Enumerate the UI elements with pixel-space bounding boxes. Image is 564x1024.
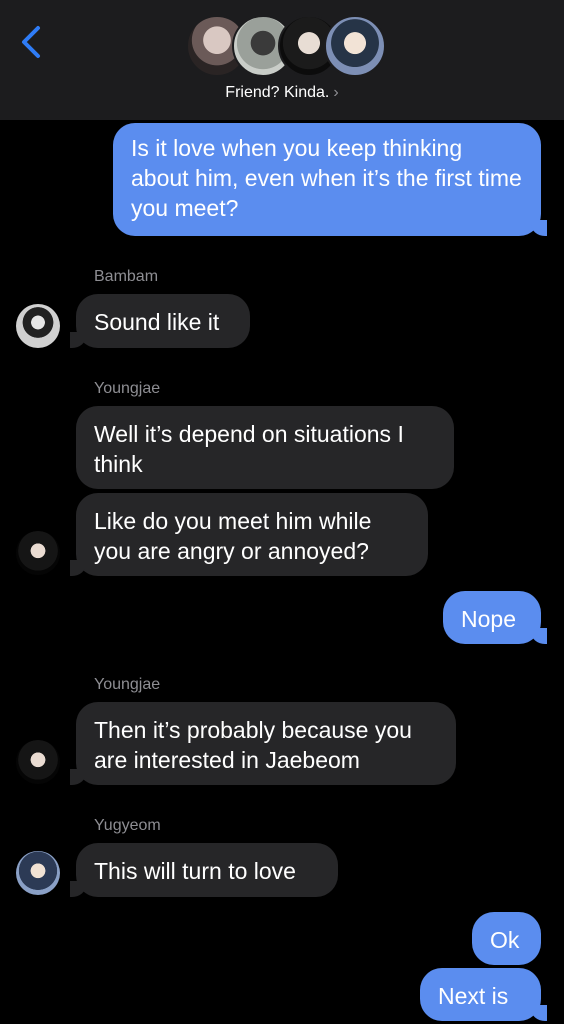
chevron-right-icon: ›: [333, 84, 339, 101]
message-text: Sound like it: [94, 309, 220, 335]
message-text: Well it’s depend on situations I think: [94, 421, 404, 477]
message-text: Then it’s probably because you are inter…: [94, 717, 412, 773]
message-bubble-sent[interactable]: Nope: [443, 591, 547, 644]
conversation-header: Friend? Kinda. ›: [0, 0, 564, 120]
sender-name: Youngjae: [94, 380, 161, 397]
message-text: Is it love when you keep thinking about …: [131, 135, 522, 221]
message-text: This will turn to love: [94, 858, 296, 884]
message-bubble-sent[interactable]: Ok: [472, 912, 541, 965]
avatar[interactable]: [16, 740, 60, 784]
message-bubble-received[interactable]: Like do you meet him while you are angry…: [70, 493, 428, 576]
message-bubble-sent[interactable]: Is it love when you keep thinking about …: [113, 123, 547, 236]
message-text: Like do you meet him while you are angry…: [94, 508, 372, 564]
message-bubble-received[interactable]: This will turn to love: [70, 843, 338, 897]
message-bubble-received[interactable]: Then it’s probably because you are inter…: [70, 702, 456, 785]
sender-name: Youngjae: [94, 676, 161, 693]
sender-name: Yugyeom: [94, 817, 161, 834]
chevron-left-icon: [22, 26, 40, 58]
message-bubble-received[interactable]: Well it’s depend on situations I think: [76, 406, 454, 489]
message-text: Next is: [438, 983, 509, 1009]
avatar[interactable]: [16, 851, 60, 895]
avatar[interactable]: [16, 304, 60, 348]
group-avatars[interactable]: [186, 15, 386, 77]
avatar[interactable]: [16, 531, 60, 575]
message-text: Nope: [461, 606, 516, 632]
group-avatar-4: [324, 15, 386, 77]
message-text: Ok: [490, 927, 520, 953]
sender-name: Bambam: [94, 268, 159, 285]
conversation-title-text: Friend? Kinda.: [225, 84, 330, 101]
message-bubble-sent[interactable]: Next is: [420, 968, 547, 1021]
back-button[interactable]: [14, 22, 50, 62]
message-bubble-received[interactable]: Sound like it: [70, 294, 250, 348]
conversation-title[interactable]: Friend? Kinda. ›: [0, 84, 564, 102]
